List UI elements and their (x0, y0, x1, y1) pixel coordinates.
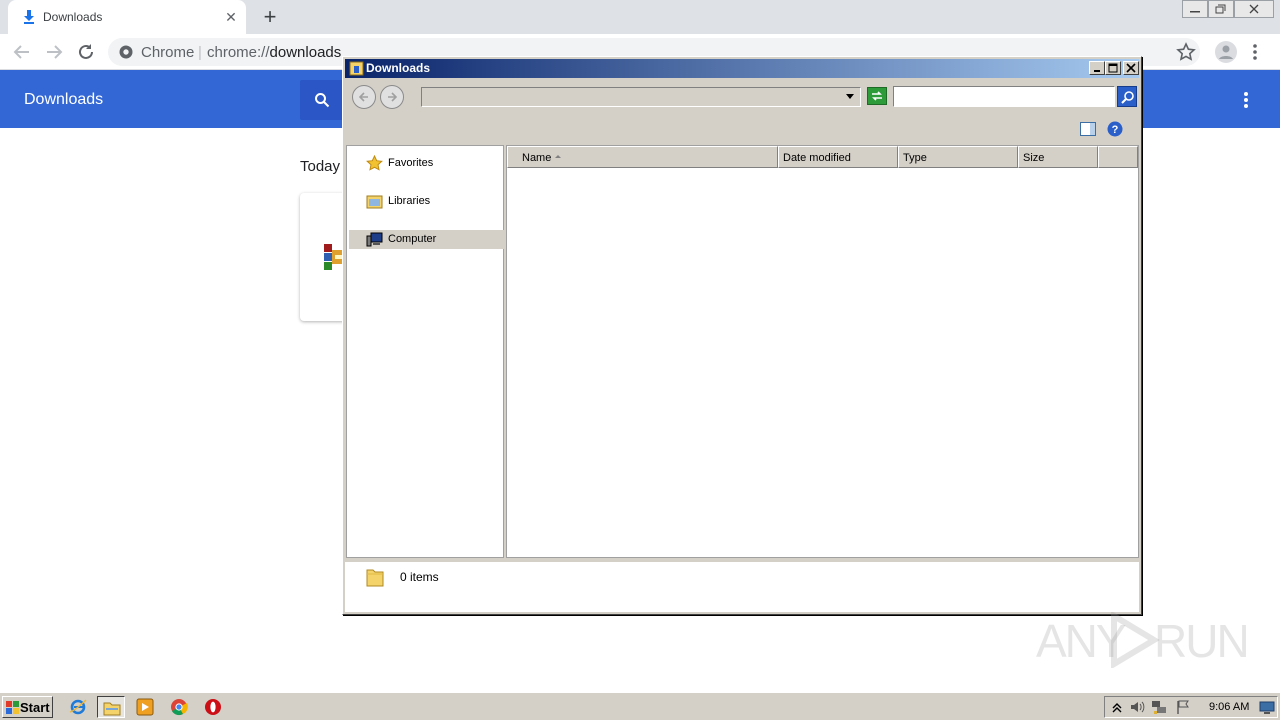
volume-icon[interactable] (1129, 699, 1145, 715)
nav-item-libraries[interactable]: Libraries (349, 192, 505, 211)
taskbar-media-player[interactable] (131, 696, 159, 718)
anyrun-watermark: ANY RUN (1036, 608, 1250, 670)
taskbar: Start 9:06 AM (0, 692, 1280, 720)
libraries-icon (366, 195, 383, 209)
star-icon (366, 155, 383, 171)
folder-icon (349, 61, 364, 76)
navigation-pane: Favorites Libraries Computer (346, 145, 505, 558)
clock[interactable]: 9:06 AM (1209, 701, 1249, 713)
svg-text:?: ? (1112, 124, 1119, 136)
star-icon[interactable] (1176, 42, 1196, 62)
close-window-button[interactable] (1234, 0, 1274, 18)
minimize-icon (1190, 11, 1200, 13)
back-arrow-icon[interactable] (11, 41, 33, 63)
show-hidden-icons-icon[interactable] (1109, 699, 1125, 715)
explorer-title-bar[interactable]: Downloads (345, 59, 1139, 78)
forward-arrow-icon (388, 92, 398, 102)
taskbar-windows-explorer[interactable] (97, 696, 125, 718)
show-desktop-icon[interactable] (1259, 699, 1275, 715)
column-header-name[interactable]: Name (507, 146, 778, 168)
profile-icon[interactable] (1215, 41, 1237, 63)
nav-label: Computer (388, 233, 437, 245)
explorer-command-bar: ? (345, 114, 1139, 144)
address-bar[interactable] (421, 87, 861, 107)
search-button[interactable] (1117, 86, 1137, 107)
search-icon (315, 93, 330, 108)
chrome-icon (119, 45, 133, 59)
chrome-icon (171, 699, 188, 716)
windows-logo-icon (6, 701, 19, 714)
reload-icon[interactable] (75, 41, 97, 63)
computer-icon (366, 232, 383, 247)
sort-ascending-icon (555, 155, 561, 158)
page-title: Downloads (24, 91, 104, 108)
nav-label: Libraries (388, 195, 431, 207)
internet-explorer-icon (69, 699, 87, 715)
maximize-icon (1108, 63, 1118, 73)
explorer-window: Downloads ? Favorites Libraries Computer… (342, 56, 1142, 615)
maximize-button[interactable] (1105, 61, 1121, 75)
preview-pane-icon[interactable] (1080, 122, 1096, 136)
column-header-type[interactable]: Type (898, 146, 1018, 168)
taskbar-chrome[interactable] (165, 696, 193, 718)
refresh-button[interactable] (867, 87, 887, 105)
omnibox-separator: | (198, 44, 202, 61)
minimize-icon (1094, 70, 1100, 72)
window-title: Downloads (366, 61, 431, 75)
close-icon (1249, 4, 1259, 14)
forward-arrow-icon[interactable] (43, 41, 65, 63)
search-input[interactable] (893, 86, 1115, 107)
restore-icon (1215, 4, 1226, 14)
column-header-filler (1098, 146, 1138, 168)
system-tray: 9:06 AM (1104, 696, 1278, 718)
forward-button[interactable] (380, 85, 404, 109)
explorer-navigation-bar (345, 80, 1139, 114)
nav-item-computer[interactable]: Computer (349, 230, 505, 249)
restore-window-button[interactable] (1208, 0, 1234, 18)
media-player-icon (136, 698, 154, 716)
column-header-date-modified[interactable]: Date modified (778, 146, 898, 168)
file-list[interactable]: Name Date modified Type Size (506, 145, 1139, 558)
search-icon (1121, 91, 1134, 104)
column-header-size[interactable]: Size (1018, 146, 1098, 168)
close-icon (1126, 63, 1136, 73)
more-vert-icon[interactable] (1252, 43, 1258, 61)
close-button[interactable] (1123, 61, 1139, 75)
details-pane: 0 items (345, 560, 1139, 612)
opera-icon (205, 699, 221, 715)
minimize-window-button[interactable] (1182, 0, 1208, 18)
taskbar-internet-explorer[interactable] (64, 696, 92, 718)
help-icon[interactable]: ? (1107, 121, 1123, 137)
more-vert-icon[interactable] (1242, 91, 1250, 109)
item-count: 0 items (400, 570, 439, 584)
omnibox-url[interactable]: chrome://downloads (207, 44, 341, 61)
start-label: Start (20, 700, 50, 715)
start-button[interactable]: Start (2, 696, 53, 718)
refresh-icon (872, 91, 882, 101)
tab-close-icon[interactable]: ✕ (223, 9, 239, 25)
tab-downloads[interactable]: Downloads ✕ (8, 0, 246, 34)
search-downloads-button[interactable] (300, 80, 344, 120)
chevron-down-icon[interactable] (846, 94, 854, 99)
nav-label: Favorites (388, 157, 434, 169)
play-logo-icon (1111, 612, 1160, 668)
network-icon[interactable] (1151, 699, 1167, 715)
date-section-label: Today (300, 158, 341, 175)
folder-icon (366, 569, 384, 587)
minimize-button[interactable] (1089, 61, 1105, 75)
chrome-tab-strip: Downloads ✕ + (0, 0, 1280, 34)
download-icon (24, 10, 34, 24)
back-arrow-icon (358, 92, 368, 102)
new-tab-button[interactable]: + (258, 6, 282, 30)
site-chip-label: Chrome (141, 44, 195, 61)
action-center-flag-icon[interactable] (1175, 699, 1191, 715)
taskbar-opera[interactable] (199, 696, 227, 718)
windows-explorer-icon (103, 702, 121, 716)
tab-title: Downloads (43, 10, 103, 24)
back-button[interactable] (352, 85, 376, 109)
nav-item-favorites[interactable]: Favorites (349, 154, 505, 173)
